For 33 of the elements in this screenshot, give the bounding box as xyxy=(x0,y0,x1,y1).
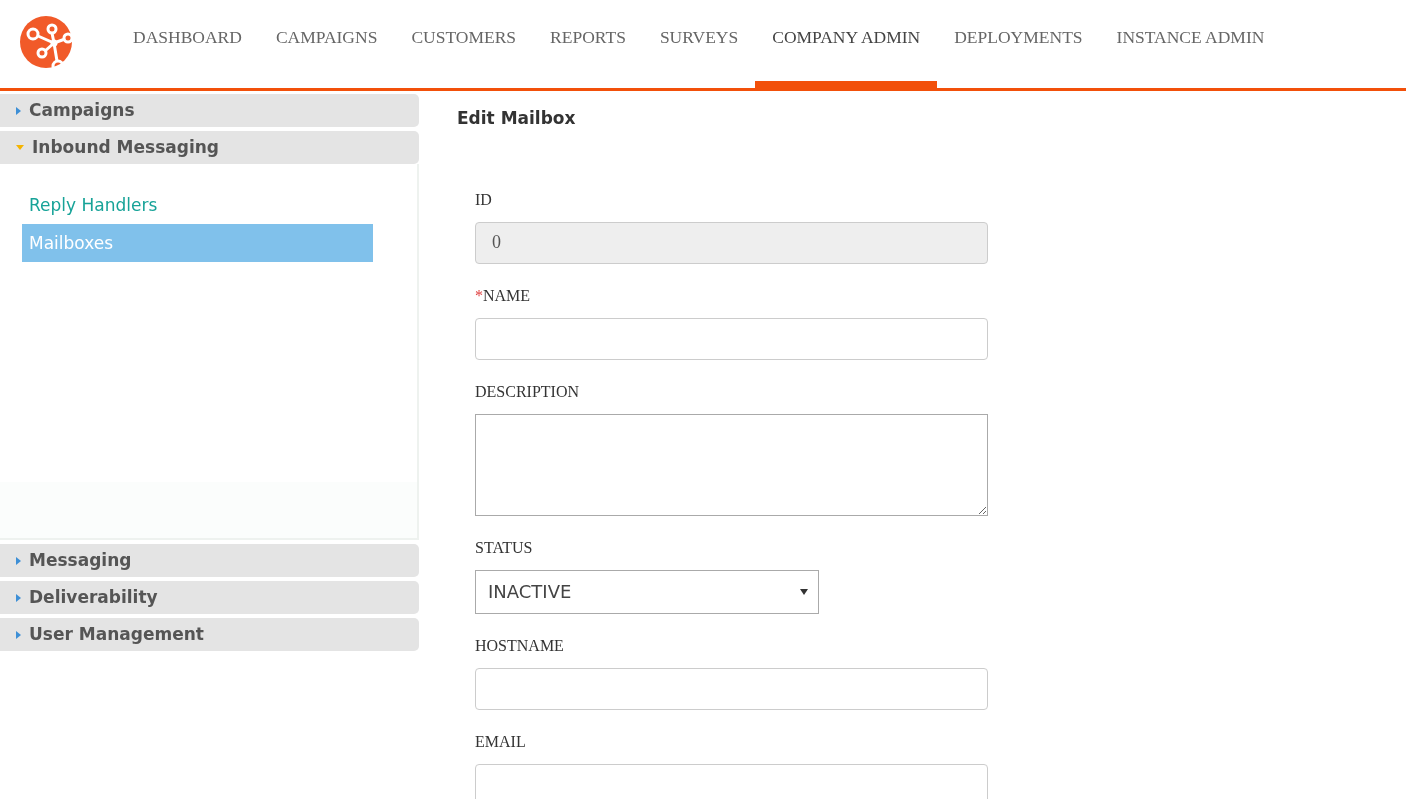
sidebar-section-header[interactable]: Inbound Messaging xyxy=(0,131,419,164)
nav-tab[interactable]: SURVEYS xyxy=(642,0,756,88)
form-title: Edit Mailbox xyxy=(457,107,577,130)
nav-tab[interactable]: CAMPAIGNS xyxy=(258,0,395,88)
sidebar-section-header[interactable]: Campaigns xyxy=(0,94,419,127)
caret-down-icon xyxy=(16,145,24,150)
nav-tab[interactable]: DEPLOYMENTS xyxy=(937,0,1100,88)
field-label: *NAME xyxy=(475,285,532,306)
nav-tab[interactable]: INSTANCE ADMIN xyxy=(1099,0,1282,88)
input-field[interactable] xyxy=(475,667,988,710)
caret-right-icon xyxy=(16,556,21,565)
caret-right-icon xyxy=(16,593,21,602)
nav-tab[interactable]: REPORTS xyxy=(533,0,643,88)
field-label: HOSTNAME xyxy=(475,635,565,656)
nav-tab[interactable]: COMPANY ADMIN xyxy=(755,0,938,88)
caret-down-icon xyxy=(800,588,808,595)
field-label: STATUS xyxy=(475,537,534,558)
field-label: DESCRIPTION xyxy=(475,381,580,402)
status-dropdown[interactable]: INACTIVE xyxy=(475,569,819,614)
sidebar-section-header[interactable]: Deliverability xyxy=(0,581,419,614)
field-label: EMAIL xyxy=(475,731,527,752)
sidebar-section-header[interactable]: User Management xyxy=(0,618,419,651)
caret-right-icon xyxy=(16,630,21,639)
logo-icon[interactable] xyxy=(20,16,72,68)
input-field[interactable] xyxy=(475,763,988,799)
sidebar-item[interactable]: Reply Handlers xyxy=(22,186,373,224)
text-area[interactable] xyxy=(475,413,988,516)
field-label: ID xyxy=(475,189,493,210)
nav-tab[interactable]: DASHBOARD xyxy=(116,0,259,88)
input-field[interactable] xyxy=(475,317,988,360)
sidebar-section-header[interactable]: Messaging xyxy=(0,544,419,577)
caret-right-icon xyxy=(16,106,21,115)
nav-tab[interactable]: CUSTOMERS xyxy=(394,0,534,88)
